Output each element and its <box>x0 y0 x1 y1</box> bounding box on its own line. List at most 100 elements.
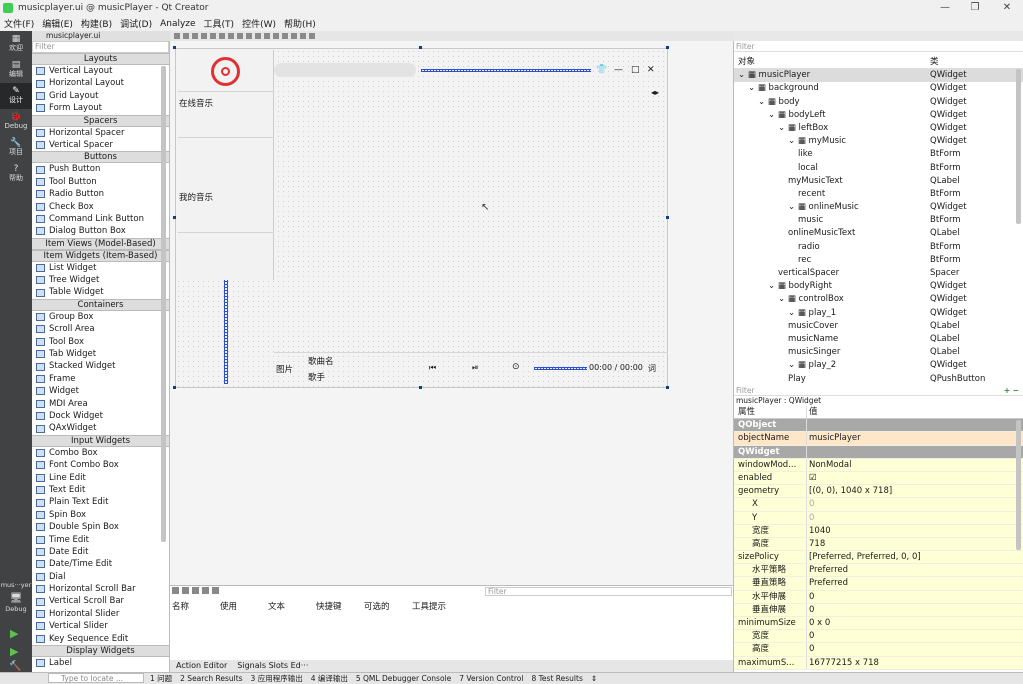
object-scrollbar[interactable] <box>1016 69 1021 224</box>
search-bar[interactable] <box>274 63 416 77</box>
object-row[interactable]: Play QPushButton <box>734 373 1023 386</box>
build-button[interactable]: 🔨 <box>9 661 21 672</box>
object-row[interactable]: musicName QLabel <box>734 333 1023 346</box>
menu-item[interactable]: Analyze <box>160 19 195 29</box>
locate-input[interactable]: Type to locate ... <box>48 673 144 683</box>
property-value[interactable]: 0 <box>806 498 1023 511</box>
horizontal-spacer[interactable] <box>421 69 591 72</box>
resize-handle[interactable] <box>666 216 669 219</box>
lyrics-button[interactable]: 词 <box>648 363 656 374</box>
object-row[interactable]: ⌄ ▦ background QWidget <box>734 82 1023 95</box>
property-row[interactable]: sizePolicy [Preferred, Preferred, 0, 0] <box>734 551 1023 565</box>
widget-box-filter[interactable]: Filter <box>32 41 169 53</box>
menu-item[interactable]: 调试(D) <box>120 17 152 30</box>
property-scrollbar[interactable] <box>1016 420 1021 550</box>
action-filter[interactable]: Filter <box>485 587 732 596</box>
object-row[interactable]: ⌄ ▦ leftBox QWidget <box>734 122 1023 135</box>
mode-0[interactable]: ▦ 欢迎 <box>0 31 32 57</box>
close-form-button[interactable]: ✕ <box>647 65 655 75</box>
widget-item[interactable]: List Widget <box>32 262 169 274</box>
widget-category[interactable]: Buttons <box>32 151 169 164</box>
widget-category[interactable]: Spacers <box>32 114 169 127</box>
widget-category[interactable]: Display Widgets <box>32 645 169 658</box>
play-mode-button[interactable]: ⊙ <box>512 362 520 372</box>
object-row[interactable]: myMusicText QLabel <box>734 175 1023 188</box>
widget-item[interactable]: Tool Box <box>32 336 169 348</box>
widget-item[interactable]: Radio Button <box>32 188 169 200</box>
widget-item[interactable]: Double Spin Box <box>32 521 169 533</box>
property-value[interactable]: musicPlayer <box>806 432 1023 445</box>
widget-item[interactable]: Text Edit <box>32 484 169 496</box>
widget-item[interactable]: Frame <box>32 373 169 385</box>
property-row[interactable]: 水平伸展 0 <box>734 590 1023 604</box>
resize-handle[interactable] <box>666 46 669 49</box>
property-row[interactable]: 垂直策略 Preferred <box>734 577 1023 591</box>
widget-item[interactable]: Widget <box>32 385 169 397</box>
object-row[interactable]: ⌄ ▦ play_1 QWidget <box>734 307 1023 320</box>
property-row[interactable]: windowMod... NonModal <box>734 458 1023 472</box>
output-pane-tab[interactable]: 8 Test Results <box>531 673 582 684</box>
menu-item[interactable]: 控件(W) <box>242 17 276 30</box>
widget-item[interactable]: Vertical Slider <box>32 620 169 632</box>
property-filter[interactable]: Filter + − <box>734 386 1023 396</box>
property-row[interactable]: Y0 <box>734 511 1023 525</box>
property-value[interactable]: 0 <box>806 603 1023 616</box>
property-row[interactable]: enabled ☑ <box>734 471 1023 486</box>
resize-handle[interactable] <box>173 46 176 49</box>
resize-handle[interactable] <box>173 386 176 389</box>
property-value[interactable]: 16777215 x 718 <box>806 656 1023 669</box>
play-button[interactable]: ⏯ <box>472 363 478 373</box>
property-value[interactable]: [(0, 0), 1040 x 718] <box>806 485 1023 498</box>
widget-item[interactable]: Tab Widget <box>32 348 169 360</box>
object-row[interactable]: ⌄ ▦ bodyLeft QWidget <box>734 109 1023 122</box>
widget-item[interactable]: Tool Button <box>32 176 169 188</box>
property-row[interactable]: X0 <box>734 498 1023 512</box>
object-filter[interactable]: Filter <box>734 41 1023 52</box>
widget-item[interactable]: MDI Area <box>32 398 169 410</box>
widget-item[interactable]: Stacked Widget <box>32 360 169 372</box>
object-row[interactable]: ⌄ ▦ controlBox QWidget <box>734 293 1023 306</box>
object-row[interactable]: ⌄ ▦ musicPlayer QWidget <box>734 69 1023 83</box>
progress-spacer[interactable] <box>534 367 587 370</box>
property-value[interactable]: Preferred <box>806 577 1023 590</box>
property-value[interactable]: 0 <box>806 630 1023 643</box>
widget-item[interactable]: Scroll Area <box>32 323 169 335</box>
output-pane-tab[interactable]: 3 应用程序输出 <box>251 673 303 684</box>
maximize-button[interactable]: ❐ <box>960 0 990 16</box>
widget-item[interactable]: Horizontal Slider <box>32 608 169 620</box>
widget-item[interactable]: Form Layout <box>32 102 169 114</box>
action-editor-tab[interactable]: Action Editor <box>176 660 227 672</box>
menu-item[interactable]: 工具(T) <box>204 17 235 30</box>
output-pane-tab[interactable]: 7 Version Control <box>459 673 523 684</box>
maximize-form-button[interactable]: □ <box>631 65 640 75</box>
widget-item[interactable]: Horizontal Scroll Bar <box>32 583 169 595</box>
output-pane-tab[interactable]: 2 Search Results <box>180 673 242 684</box>
object-row[interactable]: like BtForm <box>734 148 1023 161</box>
widget-item[interactable]: Plain Text Edit <box>32 496 169 508</box>
tab-scroll-arrows[interactable]: ◂▸ <box>651 88 659 97</box>
widget-item[interactable]: Grid Layout <box>32 90 169 102</box>
property-value[interactable]: 718 <box>806 537 1023 551</box>
property-row[interactable]: objectName musicPlayer <box>734 432 1023 446</box>
object-row[interactable]: local BtForm <box>734 162 1023 175</box>
widget-item[interactable]: Line Edit <box>32 472 169 484</box>
widget-item[interactable]: Push Button <box>32 163 169 175</box>
object-row[interactable]: musicSinger QLabel <box>734 346 1023 359</box>
widget-item[interactable]: Vertical Layout <box>32 65 169 77</box>
property-value[interactable]: NonModal <box>806 458 1023 471</box>
object-row[interactable]: radio BtForm <box>734 241 1023 254</box>
widget-item[interactable]: Vertical Spacer <box>32 139 169 151</box>
property-value[interactable]: 0 <box>806 590 1023 603</box>
widget-item[interactable]: QAxWidget <box>32 422 169 434</box>
widget-item[interactable]: Time Edit <box>32 534 169 546</box>
widget-item[interactable]: Horizontal Layout <box>32 77 169 89</box>
widget-item[interactable]: Font Combo Box <box>32 459 169 471</box>
widget-item[interactable]: Vertical Scroll Bar <box>32 595 169 607</box>
output-pane-tab[interactable]: 4 编译输出 <box>311 673 348 684</box>
action-editor-tab[interactable]: Signals Slots Ed··· <box>237 660 308 672</box>
debug-run-button[interactable]: ▶ <box>10 645 18 658</box>
widget-category[interactable]: Layouts <box>32 53 169 65</box>
property-value[interactable]: 1040 <box>806 524 1023 537</box>
property-row[interactable]: 垂直伸展 0 <box>734 603 1023 617</box>
widget-category[interactable]: Containers <box>32 298 169 311</box>
